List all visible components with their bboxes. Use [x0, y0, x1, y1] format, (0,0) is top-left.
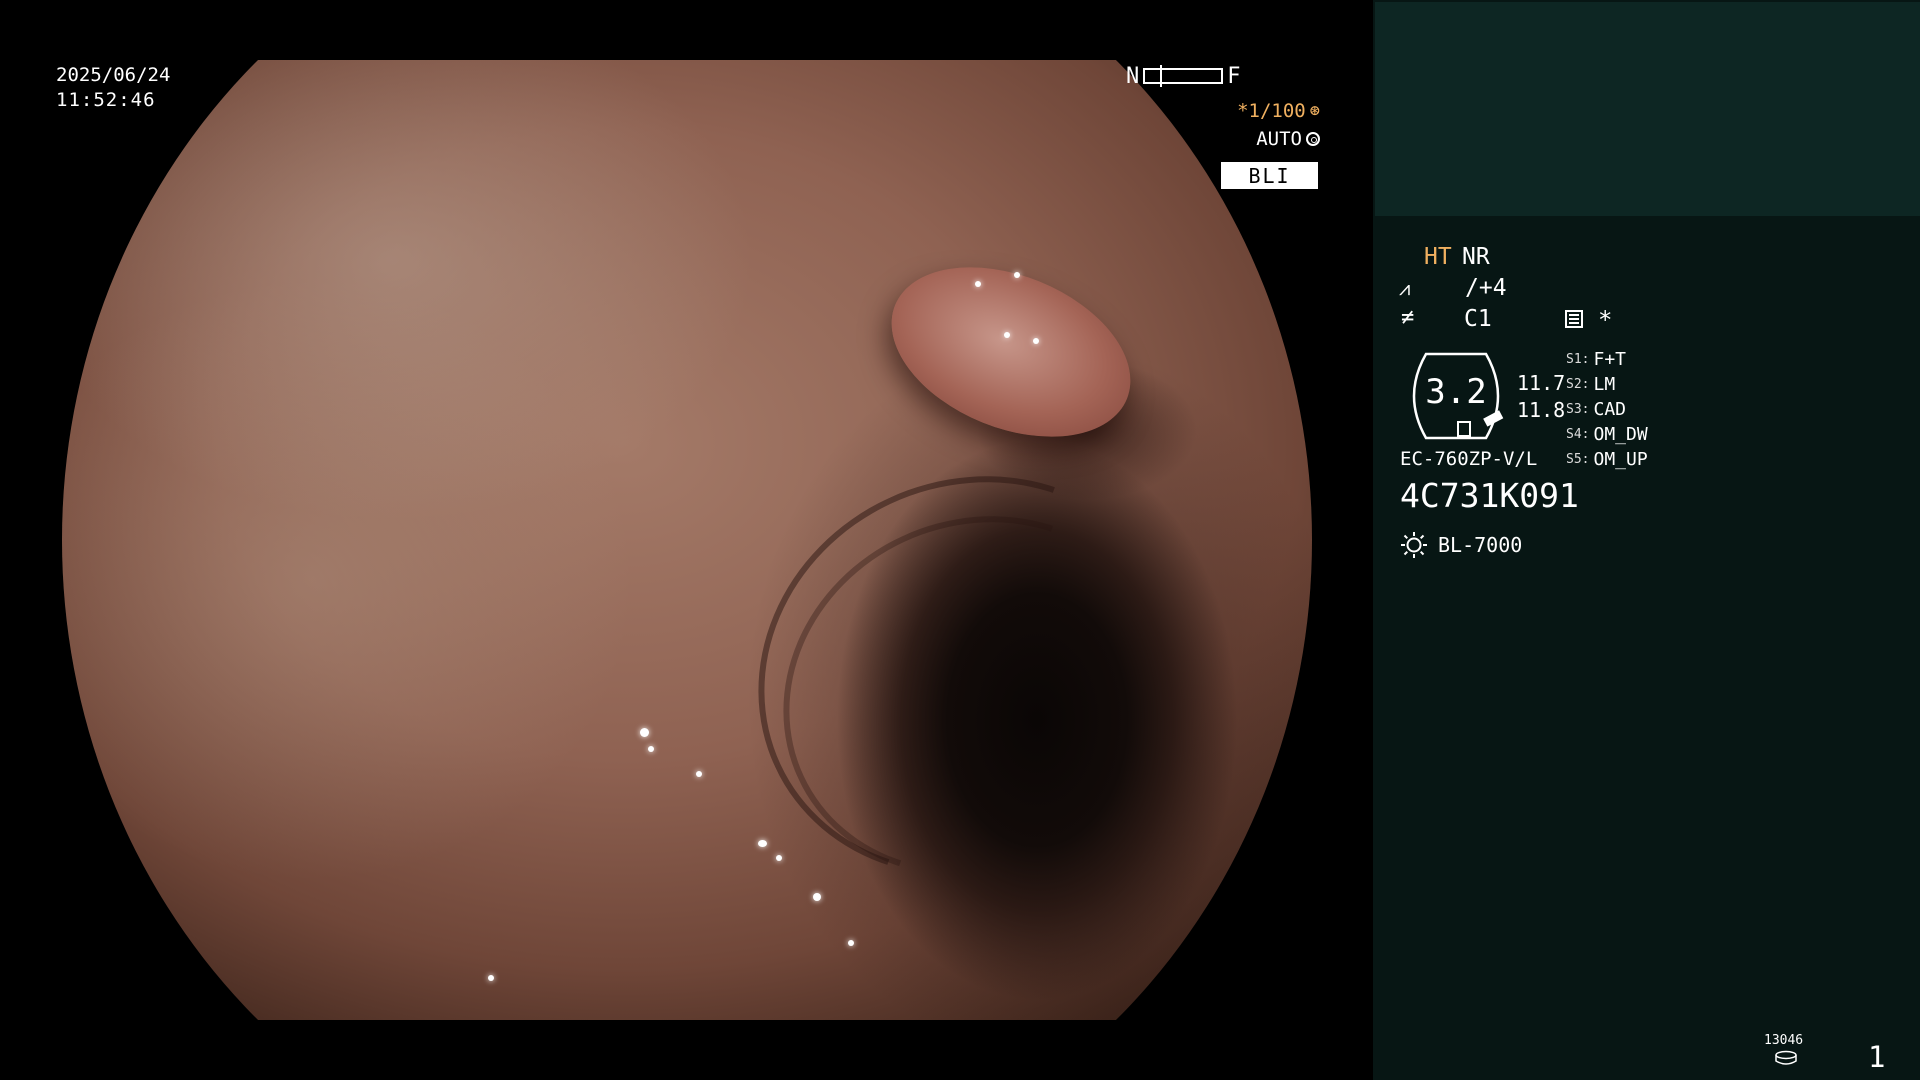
shutter-icon: ⊛ — [1309, 101, 1320, 121]
switch-s4: S4: OM_DW — [1566, 424, 1648, 446]
switch-s2: S2: LM — [1566, 374, 1615, 396]
date-display: 2025/06/24 — [56, 64, 171, 86]
switch-key: S3: — [1566, 402, 1590, 417]
near-far-marker — [1160, 65, 1163, 87]
switch-value: OM_DW — [1593, 424, 1648, 445]
switch-value: F+T — [1593, 349, 1626, 370]
switch-value: CAD — [1593, 399, 1626, 420]
light-reflection — [640, 728, 649, 737]
near-far-bar — [1143, 65, 1224, 87]
switch-s1: S1: F+T — [1566, 349, 1626, 371]
menu-settings-icon — [1565, 310, 1583, 328]
ht-label: HT — [1424, 244, 1452, 270]
light-reflection — [696, 771, 702, 777]
light-reflection — [488, 975, 494, 981]
light-reflection — [776, 855, 782, 861]
shutter-value: *1/100 — [1237, 100, 1306, 122]
switch-value: LM — [1593, 374, 1616, 395]
iris-icon — [1306, 132, 1320, 146]
light-source-icon — [1401, 532, 1427, 558]
endoscope-viewport: 2025/06/24 11:52:46 N F *1/100 ⊛ AUTO BL… — [0, 0, 1373, 1080]
color-tone-icon: ≠ — [1401, 305, 1415, 330]
near-far-indicator: N F — [1126, 63, 1241, 89]
switch-key: S4: — [1566, 427, 1590, 442]
storage-disk-icon — [1775, 1050, 1797, 1065]
info-panel-header-block — [1375, 2, 1920, 216]
page-number: 1 — [1868, 1040, 1886, 1074]
light-reflection — [975, 281, 981, 287]
near-label: N — [1126, 63, 1140, 89]
time-display: 11:52:46 — [56, 89, 156, 111]
iris-mode-value: AUTO — [1256, 128, 1302, 150]
magnification-value: 3.2 — [1425, 372, 1487, 412]
enhancement-icon: ⩘ — [1399, 276, 1411, 300]
magnification-near: 11.8 — [1517, 398, 1566, 422]
far-label: F — [1227, 63, 1241, 89]
light-mode-badge: BLI — [1221, 162, 1318, 189]
light-reflection — [1014, 272, 1020, 278]
structure-enhancement-value: /+4 — [1465, 275, 1507, 301]
switch-value: OM_UP — [1593, 449, 1648, 470]
switch-key: S1: — [1566, 352, 1590, 367]
scope-model: EC-760ZP-V/L — [1400, 448, 1538, 470]
scope-serial: 4C731K091 — [1400, 476, 1579, 515]
light-reflection — [1004, 332, 1010, 338]
iris-mode: AUTO — [1225, 128, 1320, 150]
switch-key: S5: — [1566, 452, 1590, 467]
switch-s3: S3: CAD — [1566, 399, 1626, 421]
light-reflection — [848, 940, 854, 946]
magnification-far: 11.7 — [1517, 371, 1566, 395]
light-reflection — [758, 840, 767, 847]
light-source-model: BL-7000 — [1438, 533, 1523, 557]
light-reflection — [648, 746, 654, 752]
switch-s5: S5: OM_UP — [1566, 449, 1648, 471]
shutter-speed: *1/100 ⊛ — [1225, 100, 1320, 122]
nr-label: NR — [1462, 244, 1490, 270]
image-counter: 13046 — [1764, 1033, 1804, 1048]
color-mode-value: C1 — [1464, 306, 1492, 332]
light-reflection — [1033, 338, 1039, 344]
light-reflection — [813, 893, 821, 901]
preset-marker: * — [1598, 306, 1613, 334]
switch-key: S2: — [1566, 377, 1590, 392]
